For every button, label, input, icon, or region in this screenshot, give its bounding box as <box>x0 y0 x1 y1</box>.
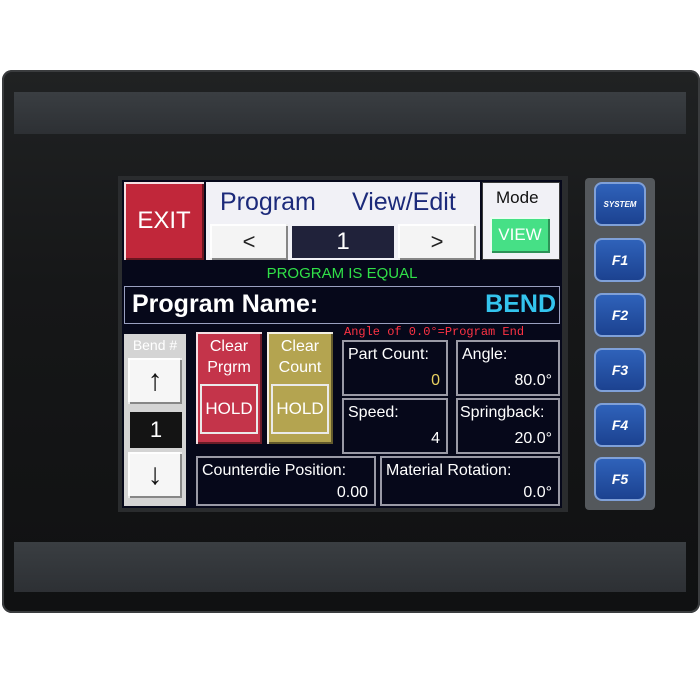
touch-screen: EXIT Program View/Edit < 1 > Mode VIEW P… <box>122 180 562 508</box>
angle-label: Angle: <box>462 346 508 363</box>
counterdie-position-value: 0.00 <box>336 484 368 501</box>
mode-view-button[interactable]: VIEW <box>490 217 550 253</box>
bezel-bottom-band <box>14 542 686 592</box>
part-count-label: Part Count: <box>348 346 429 363</box>
springback-label: Springback: <box>460 404 545 421</box>
clear-count-label-line1: Clear <box>280 338 320 355</box>
mode-label: Mode <box>496 188 539 207</box>
angle-value: 80.0° <box>514 372 552 389</box>
clear-count-hold-button[interactable]: HOLD <box>271 384 329 434</box>
clear-program-label-line2: Prgrm <box>207 359 251 376</box>
program-label: Program <box>220 188 316 216</box>
previous-program-button[interactable]: < <box>210 224 288 260</box>
f5-key[interactable]: F5 <box>594 457 646 501</box>
clear-program-label-line1: Clear <box>209 338 249 355</box>
material-rotation-label: Material Rotation: <box>386 462 512 479</box>
counterdie-position-field[interactable]: Counterdie Position: 0.00 <box>196 456 376 506</box>
bend-number[interactable]: 1 <box>130 412 182 448</box>
material-rotation-field[interactable]: Material Rotation: 0.0° <box>380 456 560 506</box>
bend-number-label: Bend # <box>132 337 178 353</box>
clear-program-hold-button[interactable]: HOLD <box>200 384 258 434</box>
speed-value: 4 <box>431 430 440 447</box>
clear-count-label-line2: Count <box>278 359 322 376</box>
f1-key[interactable]: F1 <box>594 238 646 282</box>
speed-field[interactable]: Speed: 4 <box>342 398 448 454</box>
part-count-value: 0 <box>431 372 440 389</box>
program-end-note: Angle of 0.0°=Program End <box>344 325 525 339</box>
next-program-button[interactable]: > <box>398 224 476 260</box>
counterdie-position-label: Counterdie Position: <box>202 462 347 479</box>
f3-key[interactable]: F3 <box>594 348 646 392</box>
material-rotation-value: 0.0° <box>523 484 552 501</box>
status-message: PROGRAM IS EQUAL <box>266 265 418 282</box>
f2-key[interactable]: F2 <box>594 293 646 337</box>
f4-key[interactable]: F4 <box>594 403 646 447</box>
program-name-label: Program Name: <box>132 290 319 318</box>
program-name-value[interactable]: BEND <box>485 290 556 319</box>
arrow-up-icon: ↑ <box>147 364 163 397</box>
view-edit-label: View/Edit <box>352 188 456 216</box>
exit-button[interactable]: EXIT <box>124 182 204 260</box>
system-key[interactable]: SYSTEM <box>594 182 646 226</box>
bezel-top-band <box>14 92 686 134</box>
program-number: 1 <box>292 226 394 258</box>
bend-up-button[interactable]: ↑ <box>128 358 182 404</box>
angle-field[interactable]: Angle: 80.0° <box>456 340 560 396</box>
clear-program-label: Clear Prgrm <box>196 336 262 378</box>
part-count-field[interactable]: Part Count: 0 <box>342 340 448 396</box>
clear-count-label: Clear Count <box>267 336 333 378</box>
speed-label: Speed: <box>348 404 399 421</box>
bend-down-button[interactable]: ↓ <box>128 452 182 498</box>
arrow-down-icon: ↓ <box>147 458 163 491</box>
springback-value: 20.0° <box>514 430 552 447</box>
springback-field[interactable]: Springback: 20.0° <box>456 398 560 454</box>
